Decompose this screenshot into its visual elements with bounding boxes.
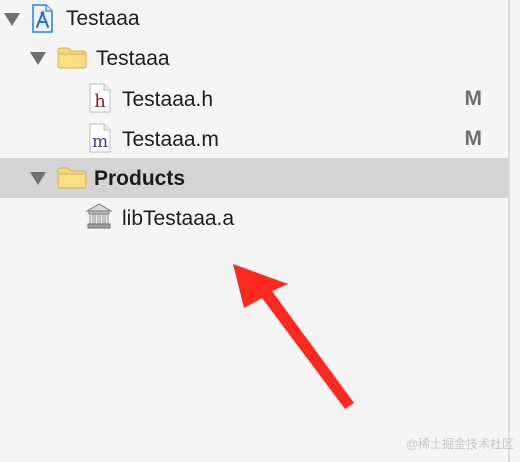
disclosure-triangle-icon[interactable] — [30, 52, 46, 65]
folder-icon — [57, 47, 87, 69]
library-row[interactable]: libTestaaa.a — [0, 198, 508, 238]
library-label: libTestaaa.a — [122, 207, 235, 230]
group-label: Testaaa — [96, 47, 170, 70]
file-label: Testaaa.m — [122, 128, 219, 151]
disclosure-triangle-icon[interactable] — [4, 13, 20, 26]
panel-divider — [508, 0, 510, 462]
group-row[interactable]: Testaaa — [0, 38, 508, 78]
header-file-icon: h — [89, 83, 111, 113]
watermark: @稀土掘金技术社区 — [405, 437, 514, 451]
implementation-file-glyph: m — [92, 132, 108, 152]
products-row[interactable]: Products — [0, 158, 508, 198]
folder-icon — [57, 167, 87, 189]
file-row[interactable]: h Testaaa.h M — [0, 79, 508, 119]
products-label: Products — [94, 167, 186, 190]
file-label: Testaaa.h — [122, 88, 214, 111]
modified-status-badge: M — [464, 87, 483, 110]
header-file-glyph: h — [94, 91, 106, 112]
project-row[interactable]: Testaaa — [0, 0, 508, 40]
file-row[interactable]: m Testaaa.m M — [0, 119, 508, 159]
project-label: Testaaa — [66, 7, 140, 30]
implementation-file-icon: m — [89, 123, 111, 153]
xcode-project-icon — [32, 4, 53, 33]
modified-status-badge: M — [464, 127, 483, 150]
project-navigator: Testaaa Testaaa h Testaaa.h M m Testaaa.… — [0, 0, 508, 462]
static-library-icon — [85, 203, 113, 229]
disclosure-triangle-icon[interactable] — [30, 172, 46, 185]
